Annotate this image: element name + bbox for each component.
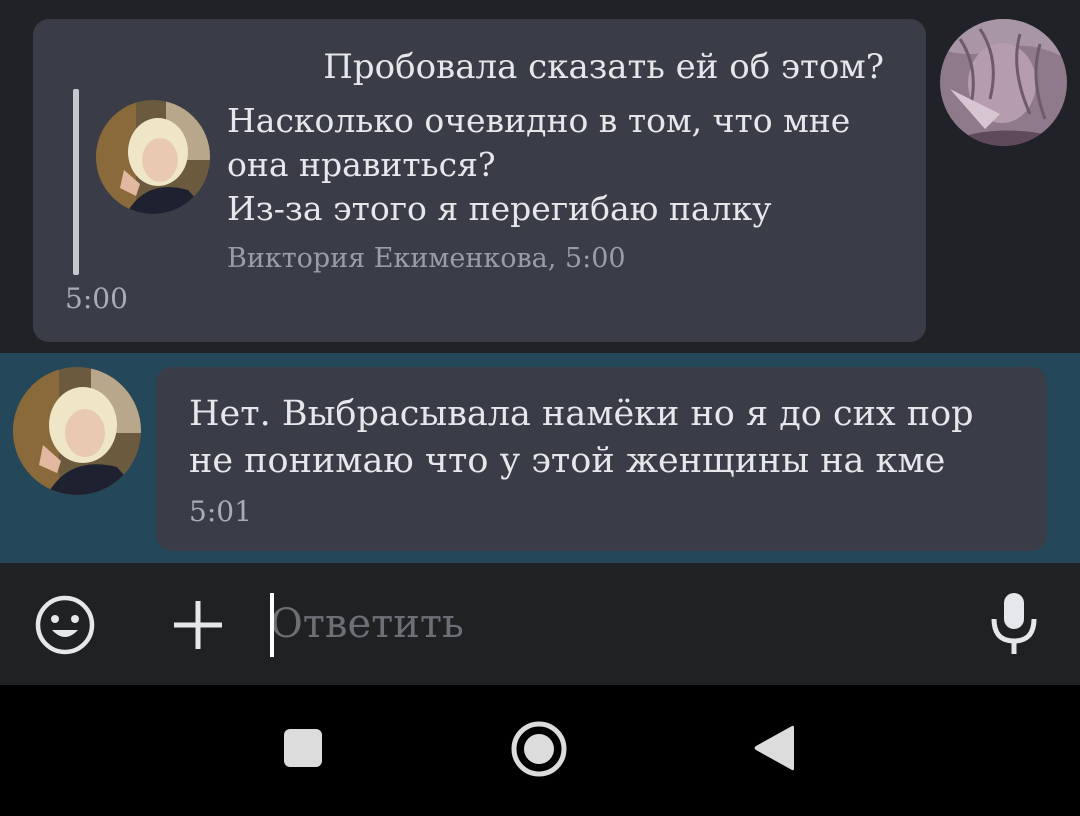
triangle-back-icon[interactable] bbox=[752, 723, 796, 773]
message-text: Пробовала сказать ей об этом? bbox=[323, 47, 884, 87]
incoming-message-bubble[interactable]: Нет. Выбрасывала намёки но я до сих пор … bbox=[156, 367, 1047, 551]
message-time: 5:00 bbox=[65, 282, 128, 315]
quoted-line: Насколько очевидно в том, что мне bbox=[227, 101, 851, 140]
plus-icon[interactable] bbox=[170, 597, 226, 653]
sender-avatar[interactable] bbox=[940, 19, 1067, 146]
microphone-icon[interactable] bbox=[988, 591, 1040, 657]
quoted-message-text: Насколько очевидно в том, что мне она нр… bbox=[227, 99, 887, 231]
message-text: Нет. Выбрасывала намёки но я до сих пор … bbox=[189, 391, 1029, 485]
outgoing-message-bubble[interactable]: Пробовала сказать ей об этом? Насколько … bbox=[33, 19, 926, 342]
quote-bar bbox=[73, 89, 79, 275]
message-time: 5:01 bbox=[189, 495, 252, 528]
smile-emoji-icon[interactable] bbox=[34, 594, 96, 656]
system-navigation-bar bbox=[0, 685, 1080, 816]
reply-input[interactable] bbox=[262, 589, 942, 659]
sender-avatar[interactable] bbox=[13, 367, 141, 495]
message-line: Нет. Выбрасывала намёки но я до сих пор bbox=[189, 394, 974, 434]
quoted-author-time: Виктория Екименкова, 5:00 bbox=[227, 243, 626, 274]
message-list[interactable]: Пробовала сказать ей об этом? Насколько … bbox=[0, 0, 1080, 563]
quoted-line: она нравиться? bbox=[227, 145, 496, 184]
quoted-line: Из-за этого я перегибаю палку bbox=[227, 189, 772, 228]
square-icon[interactable] bbox=[283, 728, 323, 768]
message-line: не понимаю что у этой женщины на кме bbox=[189, 441, 946, 481]
circle-icon[interactable] bbox=[510, 720, 568, 778]
text-caret bbox=[270, 593, 274, 657]
composer-bar bbox=[0, 563, 1080, 685]
quoted-user-avatar[interactable] bbox=[96, 100, 210, 214]
highlighted-message-row[interactable]: Нет. Выбрасывала намёки но я до сих пор … bbox=[0, 353, 1080, 563]
chat-screen: Пробовала сказать ей об этом? Насколько … bbox=[0, 0, 1080, 816]
